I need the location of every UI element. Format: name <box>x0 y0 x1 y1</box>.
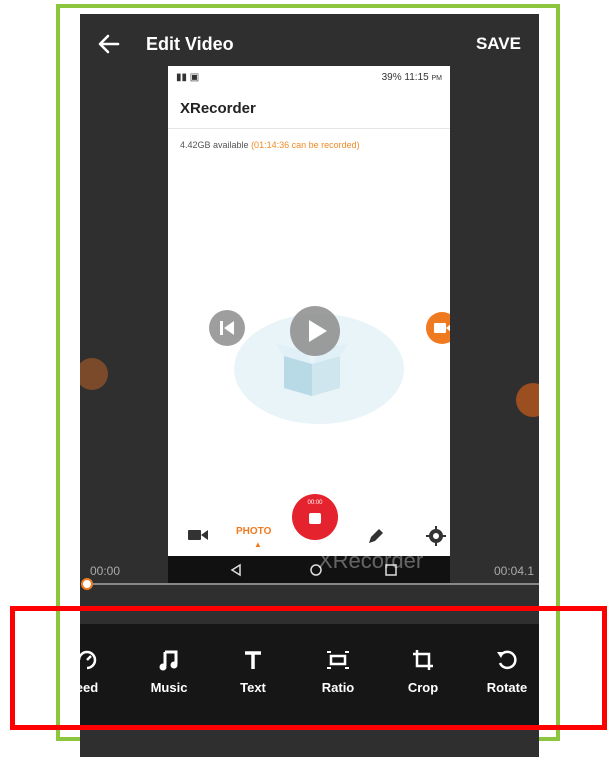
save-button[interactable]: SAVE <box>476 34 521 54</box>
video-preview[interactable]: ▮▮ ▣ 39% 11:15 PM XRecorder 4.42GB avail… <box>168 66 450 584</box>
record-icon <box>516 383 539 417</box>
timeline-start-time: 00:00 <box>90 564 121 578</box>
video-record-icon <box>426 312 450 344</box>
camera-icon <box>80 358 108 390</box>
status-ampm: PM <box>431 75 443 82</box>
page-title: Edit Video <box>146 34 234 54</box>
stop-icon <box>309 513 321 524</box>
recordable-time: (01:14:36 can be recorded) <box>251 140 360 150</box>
back-arrow-icon[interactable] <box>96 31 122 57</box>
nav-back-icon <box>230 563 241 577</box>
previous-icon <box>209 310 245 346</box>
storage-available: 4.42GB available <box>180 140 249 150</box>
photo-mode-label: PHOTO <box>236 526 272 537</box>
status-time: 11:15 <box>404 72 429 83</box>
storage-info: 4.42GB available (01:14:36 can be record… <box>180 140 360 150</box>
watermark: XRecorder <box>318 548 424 573</box>
timeline-scrubber[interactable] <box>81 578 93 590</box>
play-button[interactable] <box>290 306 340 356</box>
status-icons-right: 39% 11:15 PM <box>382 72 442 83</box>
status-bar: ▮▮ ▣ 39% 11:15 PM <box>168 66 450 92</box>
battery-percent: 39% <box>381 72 402 83</box>
video-camera-icon <box>188 530 208 540</box>
pen-icon <box>369 529 383 543</box>
stop-time: 00:00 <box>307 500 323 506</box>
status-icons-left: ▮▮ ▣ <box>176 72 200 83</box>
mode-indicator-icon: ▲ <box>254 540 262 549</box>
timeline-end-time: 00:04.1 <box>494 564 535 578</box>
timeline-track[interactable] <box>86 583 539 585</box>
stop-record-button: 00:00 <box>292 494 338 540</box>
gear-icon <box>426 526 446 546</box>
divider <box>168 128 450 129</box>
highlight-box <box>10 606 607 730</box>
preview-app-title: XRecorder <box>180 100 256 117</box>
